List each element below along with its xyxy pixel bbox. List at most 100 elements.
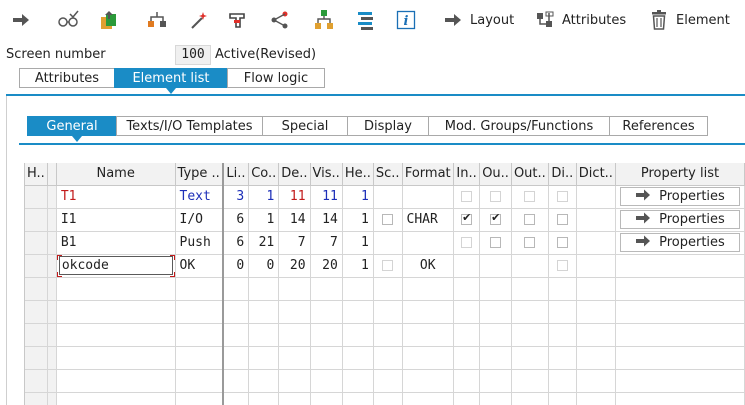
col-header-scroll[interactable]: Sc..: [373, 163, 403, 186]
active-subtab-indicator: [72, 136, 82, 142]
back-arrow-button[interactable]: [8, 6, 34, 34]
col-header-height[interactable]: He..: [342, 163, 374, 186]
hierarchy-orange-icon: [144, 6, 170, 34]
deflen-cell[interactable]: 14: [278, 208, 311, 232]
tab-attributes[interactable]: Attributes: [19, 68, 115, 88]
col-header-property-list[interactable]: Property list: [615, 163, 745, 186]
table-row[interactable]: B1 Push 6 21 7 7 1 Properties: [25, 231, 745, 255]
tab-display[interactable]: Display: [347, 116, 429, 136]
col-header-line[interactable]: Li..: [222, 163, 250, 186]
name-cell-editing[interactable]: okcode: [56, 254, 176, 278]
line-cell[interactable]: 6: [222, 208, 250, 232]
column-cell[interactable]: 1: [248, 185, 280, 209]
where-used-button[interactable]: [144, 6, 170, 34]
height-cell[interactable]: 1: [342, 254, 374, 278]
tab-special[interactable]: Special: [262, 116, 348, 136]
row-selector[interactable]: [25, 254, 48, 278]
col-header-deflen[interactable]: De..: [278, 163, 311, 186]
table-row-empty[interactable]: [25, 392, 745, 405]
display-object-button[interactable]: [224, 6, 250, 34]
deflen-cell[interactable]: 20: [278, 254, 311, 278]
name-cell[interactable]: I1: [56, 208, 176, 232]
dict-mod-cell: [576, 185, 616, 209]
deflen-cell[interactable]: 7: [278, 231, 311, 255]
output-only-checkbox[interactable]: [524, 237, 536, 248]
col-header-dictmod[interactable]: Dict..: [576, 163, 616, 186]
info-icon: i: [393, 6, 419, 34]
tab-flow-logic[interactable]: Flow logic: [227, 68, 325, 88]
deflen-cell[interactable]: 11: [278, 185, 311, 209]
line-cell[interactable]: 3: [222, 185, 250, 209]
vislen-cell[interactable]: 14: [310, 208, 343, 232]
column-cell[interactable]: 1: [248, 208, 280, 232]
dict-checkbox[interactable]: [556, 237, 568, 248]
table-row-empty[interactable]: [25, 300, 745, 324]
sub-tabstrip-underline: [19, 143, 745, 145]
attributes-button[interactable]: Attributes: [532, 6, 626, 34]
name-cell[interactable]: B1: [56, 231, 176, 255]
column-cell[interactable]: 0: [248, 254, 280, 278]
height-cell[interactable]: 1: [342, 185, 374, 209]
check-button[interactable]: [55, 6, 81, 34]
col-header-output[interactable]: Ou..: [479, 163, 512, 186]
properties-button[interactable]: Properties: [619, 210, 740, 229]
name-input[interactable]: okcode: [58, 256, 173, 275]
col-header-input[interactable]: In..: [453, 163, 481, 186]
stack-icon: [353, 6, 379, 34]
row-selector[interactable]: [25, 208, 48, 232]
output-only-checkbox[interactable]: [524, 214, 536, 225]
layout-button[interactable]: Layout: [440, 6, 514, 34]
stack-button[interactable]: [353, 6, 379, 34]
navigate-button[interactable]: [266, 6, 292, 34]
tab-texts-io-templates[interactable]: Texts/I/O Templates: [116, 116, 263, 136]
main-tabstrip: Attributes Element list Flow logic: [19, 68, 325, 88]
table-row-empty[interactable]: [25, 277, 745, 301]
row-selector[interactable]: [25, 185, 48, 209]
object-list-button[interactable]: [311, 6, 337, 34]
table-row[interactable]: I1 I/O 6 1 14 14 1 CHAR Properties: [25, 208, 745, 232]
line-cell[interactable]: 6: [222, 231, 250, 255]
col-header-marker[interactable]: [47, 163, 57, 186]
height-cell[interactable]: 1: [342, 231, 374, 255]
format-cell[interactable]: CHAR: [402, 208, 454, 232]
row-selector[interactable]: [25, 231, 48, 255]
svg-text:i: i: [404, 14, 409, 29]
table-row[interactable]: okcode OK 0 0 20 20 1 OK: [25, 254, 745, 278]
table-row-empty[interactable]: [25, 323, 745, 347]
scroll-checkbox[interactable]: [382, 214, 394, 225]
vislen-cell[interactable]: 20: [310, 254, 343, 278]
tab-mod-groups-functions[interactable]: Mod. Groups/Functions: [428, 116, 610, 136]
wizard-button[interactable]: [186, 6, 212, 34]
properties-button[interactable]: Properties: [619, 233, 740, 252]
table-row-empty[interactable]: [25, 346, 745, 370]
col-header-column[interactable]: Co..: [248, 163, 280, 186]
tab-references[interactable]: References: [609, 116, 708, 136]
activate-button[interactable]: [96, 6, 122, 34]
vislen-cell[interactable]: 7: [310, 231, 343, 255]
properties-button[interactable]: Properties: [619, 187, 740, 206]
info-button[interactable]: i: [393, 6, 419, 34]
magic-wand-icon: [186, 6, 212, 34]
col-header-outonly[interactable]: Out..: [511, 163, 549, 186]
table-header-row: H.. Name Type .. Li.. Co.. De.. Vis.. He…: [25, 163, 745, 186]
line-cell[interactable]: 0: [222, 254, 250, 278]
output-checkbox[interactable]: [490, 211, 502, 225]
col-header-format[interactable]: Format: [402, 163, 454, 186]
col-header-vislen[interactable]: Vis..: [310, 163, 343, 186]
col-header-type[interactable]: Type ..: [175, 163, 224, 186]
col-header-h[interactable]: H..: [25, 163, 48, 186]
delete-element-button[interactable]: Element: [646, 6, 730, 34]
vislen-cell[interactable]: 11: [310, 185, 343, 209]
table-row[interactable]: T1 Text 3 1 11 11 1 Properties: [25, 185, 745, 209]
output-checkbox[interactable]: [490, 237, 502, 248]
tab-element-list[interactable]: Element list: [114, 68, 228, 88]
dict-checkbox[interactable]: [556, 214, 568, 225]
col-header-name[interactable]: Name: [56, 163, 176, 186]
tab-general[interactable]: General: [27, 116, 117, 136]
col-header-dict[interactable]: Di..: [548, 163, 577, 186]
column-cell[interactable]: 21: [248, 231, 280, 255]
input-checkbox[interactable]: [461, 211, 473, 225]
height-cell[interactable]: 1: [342, 208, 374, 232]
table-row-empty[interactable]: [25, 369, 745, 393]
name-cell[interactable]: T1: [56, 185, 176, 209]
